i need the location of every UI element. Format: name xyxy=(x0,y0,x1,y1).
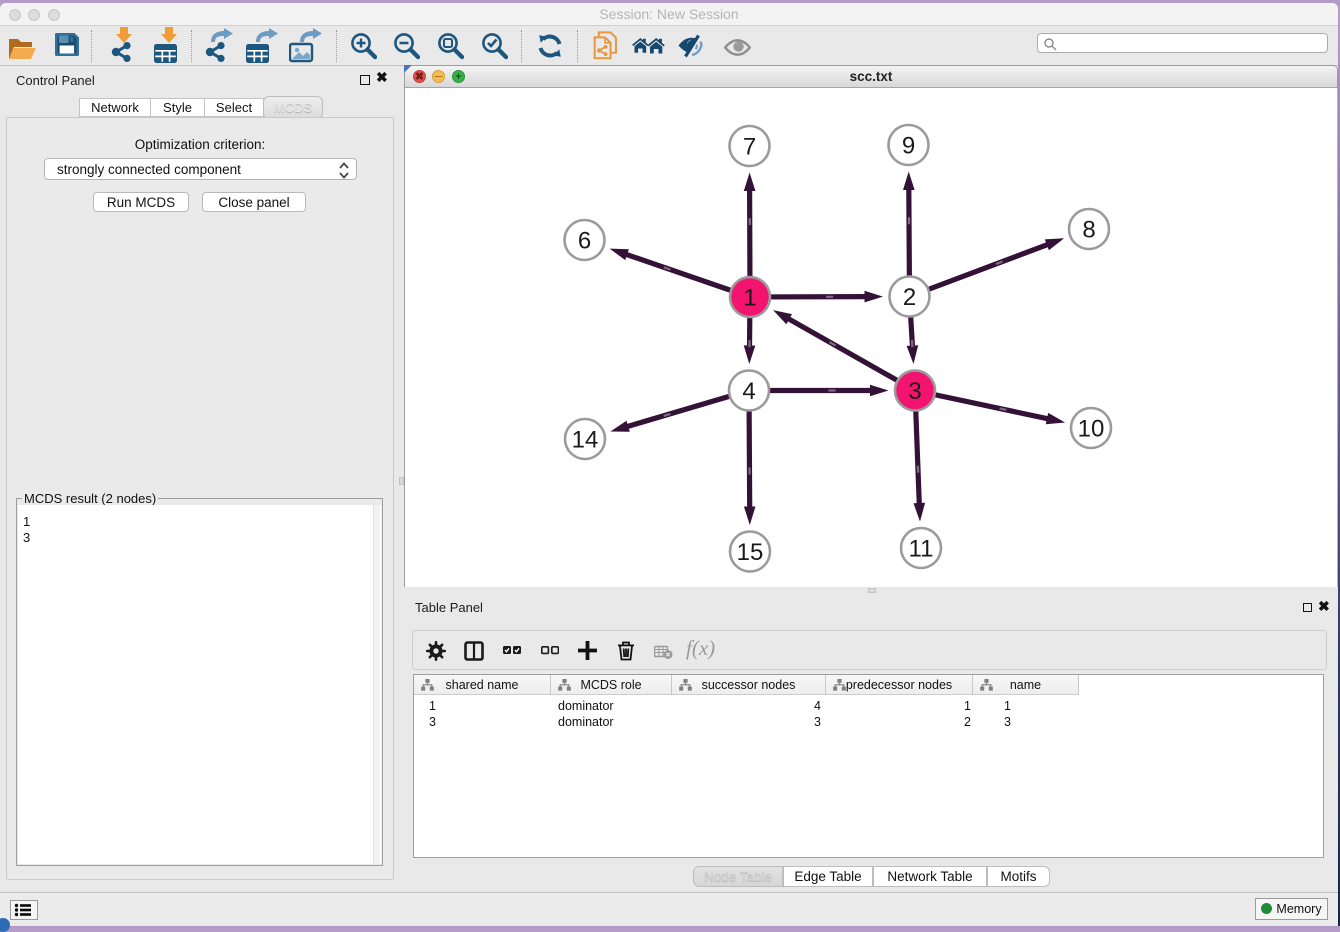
svg-text:8: 8 xyxy=(1082,217,1095,244)
svg-text:7: 7 xyxy=(743,134,756,161)
svg-text:15: 15 xyxy=(737,539,764,566)
svg-text:3: 3 xyxy=(908,378,921,405)
svg-text:11: 11 xyxy=(909,536,934,563)
svg-text:6: 6 xyxy=(578,228,591,255)
svg-text:9: 9 xyxy=(902,133,915,160)
svg-text:14: 14 xyxy=(572,427,599,454)
svg-text:2: 2 xyxy=(903,284,916,311)
svg-text:10: 10 xyxy=(1078,416,1105,443)
svg-text:1: 1 xyxy=(743,285,756,312)
svg-text:4: 4 xyxy=(742,378,755,405)
